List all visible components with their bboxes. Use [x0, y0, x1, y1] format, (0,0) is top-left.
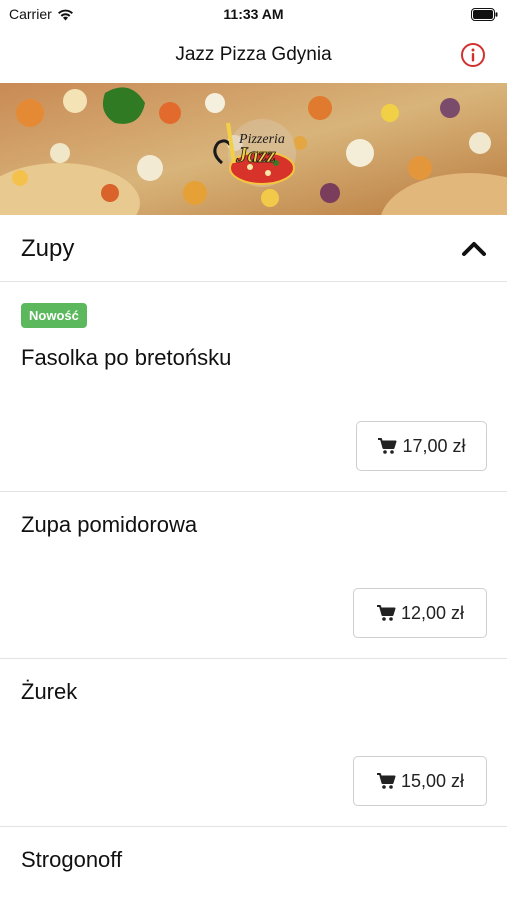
battery-icon [471, 8, 498, 21]
section-header-zupy[interactable]: Zupy [0, 215, 507, 282]
add-to-cart-button[interactable]: 15,00 zł [353, 756, 487, 806]
item-name: Strogonoff [21, 847, 123, 872]
chevron-up-icon [462, 242, 486, 256]
info-circle-icon [461, 43, 485, 67]
new-badge: Nowość [21, 303, 87, 328]
svg-text:Jazz: Jazz [235, 142, 276, 167]
add-to-cart-button[interactable]: 17,00 zł [356, 421, 487, 471]
price-label: 12,00 zł [400, 602, 465, 623]
menu-item: Żurek 15,00 zł [0, 659, 507, 827]
page-title: Jazz Pizza Gdynia [175, 44, 332, 65]
pizza-banner-image: Pizzeria Jazz [0, 83, 507, 215]
item-name: Fasolka po bretońsku [21, 345, 232, 370]
menu-item: Strogonoff [0, 827, 507, 900]
status-time: 11:33 AM [223, 6, 284, 22]
cart-icon [376, 773, 396, 789]
item-name: Zupa pomidorowa [21, 512, 198, 537]
item-name: Żurek [21, 679, 78, 704]
section-title: Zupy [21, 235, 75, 262]
restaurant-banner: Pizzeria Jazz [0, 83, 507, 215]
menu-item: Zupa pomidorowa 12,00 zł [0, 492, 507, 659]
add-to-cart-button[interactable]: 12,00 zł [353, 588, 487, 638]
price-label: 17,00 zł [402, 435, 466, 456]
menu-item: Nowość Fasolka po bretońsku 17,00 zł [0, 283, 507, 492]
cart-icon [378, 438, 397, 454]
status-bar: Carrier 11:33 AM [0, 0, 507, 30]
navigation-bar: Jazz Pizza Gdynia [0, 30, 507, 83]
info-button[interactable] [460, 42, 486, 68]
price-label: 15,00 zł [400, 770, 465, 791]
cart-icon [376, 605, 396, 621]
